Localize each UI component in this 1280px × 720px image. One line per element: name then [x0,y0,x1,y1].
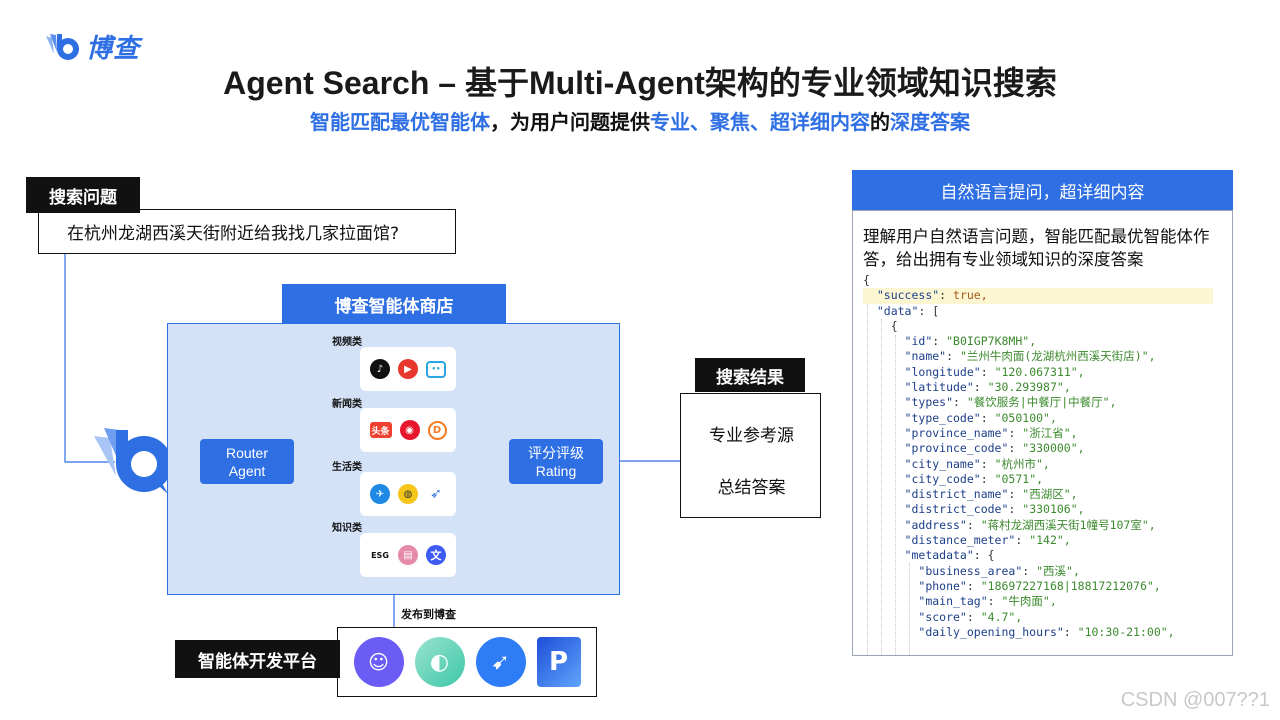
bocha-logo-icon [46,33,79,60]
query-box: 在杭州龙湖西溪天街附近给我找几家拉面馆? [38,209,456,254]
watermark: CSDN @007??1 [1120,689,1270,711]
esg-icon[interactable]: ESG [370,545,390,565]
results-reference-sources: 专业参考源 [709,426,794,446]
toutiao-icon[interactable]: 头条 [369,422,392,438]
subtitle-part1: 智能匹配最优智能体 [310,110,490,134]
page-subtitle: 智能匹配最优智能体，为用户问题提供专业、聚焦、超详细内容的深度答案 [0,106,1280,135]
flight-icon[interactable]: ✈ [370,484,390,504]
wen-icon[interactable]: 文 [426,545,446,565]
meituan-icon[interactable]: ◍ [398,484,418,504]
category-label-knowledge: 知识类 [332,523,362,534]
zhipu-icon[interactable]: ◐ [414,637,465,687]
bocha-agent-logo-icon [94,428,172,494]
youku-icon[interactable]: ▶ [398,359,418,379]
category-video[interactable]: ♪ ▶ •• [360,347,456,391]
subtitle-part5: 深度答案 [890,110,970,134]
page-title: Agent Search – 基于Multi-Agent架构的专业领域知识搜索 [223,65,1057,101]
right-panel-header: 自然语言提问，超详细内容 [852,170,1233,210]
results-box: 专业参考源 总结答案 [680,393,821,518]
book-icon[interactable]: ▤ [398,545,418,565]
right-panel-description: 理解用户自然语言问题，智能匹配最优智能体作答，给出拥有专业领域知识的深度答案 [863,227,1210,269]
router-line1: Router [225,444,269,461]
subtitle-part3: 专业、聚焦、超详细内容 [650,110,870,134]
douyin-icon[interactable]: ♪ [370,359,390,379]
ride-icon[interactable]: ➶ [426,484,446,504]
dev-platform-box: ☺ ◐ ➹ P [337,627,597,697]
news-d-icon[interactable]: D [427,420,447,440]
publish-label: 发布到博查 [401,608,456,621]
query-label: 搜索问题 [26,177,140,213]
json-response: { "success": true, "data": [ { "id": "B0… [863,273,1223,640]
subtitle-part2: ，为用户问题提供 [490,110,650,134]
right-panel: 理解用户自然语言问题，智能匹配最优智能体作答，给出拥有专业领域知识的深度答案 {… [852,210,1233,656]
category-label-video: 视频类 [332,337,362,348]
agent-store-title: 博查智能体商店 [282,284,506,324]
rating-line2: Rating [535,462,577,479]
category-label-life: 生活类 [332,462,362,473]
results-label: 搜索结果 [695,358,805,392]
category-knowledge[interactable]: ESG ▤ 文 [360,533,456,577]
router-line2: Agent [228,462,266,479]
rating-node[interactable]: 评分评级 Rating [509,439,603,484]
dingtalk-icon[interactable]: ➹ [475,637,526,687]
results-summary-answer: 总结答案 [717,478,786,498]
category-news[interactable]: 头条 ◉ D [360,408,456,452]
category-label-news: 新闻类 [332,399,362,410]
bilibili-icon[interactable]: •• [426,360,446,378]
rating-line1: 评分评级 [528,444,584,461]
subtitle-part4: 的 [870,110,890,134]
doubao-icon[interactable]: ☺ [353,637,404,687]
weibo-icon[interactable]: ◉ [399,420,420,440]
p-platform-icon[interactable]: P [536,637,581,687]
dev-platform-label: 智能体开发平台 [175,640,340,678]
category-life[interactable]: ✈ ◍ ➶ [360,472,456,516]
router-agent-node[interactable]: Router Agent [200,439,294,484]
